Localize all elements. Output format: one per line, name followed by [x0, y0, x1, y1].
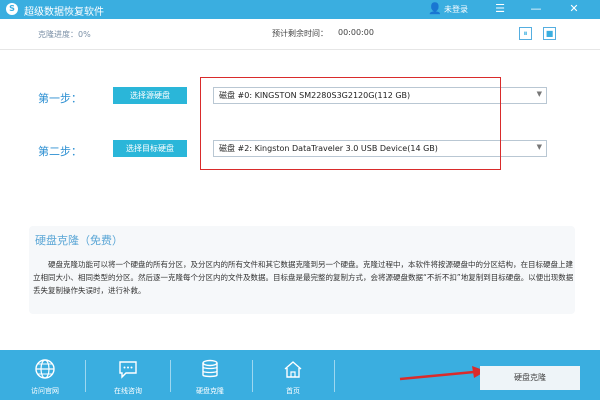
toolbar-divider — [85, 360, 86, 392]
minimize-button[interactable]: — — [528, 1, 544, 17]
app-logo-icon: S — [6, 3, 18, 15]
disk-selection-highlight — [200, 77, 501, 170]
select-source-disk-button[interactable]: 选择源硬盘 — [113, 87, 187, 104]
app-title: 超级数据恢复软件 — [24, 7, 104, 18]
toolbar-label-chat: 在线咨询 — [114, 387, 142, 395]
clone-section-title: 硬盘克隆（免费） — [35, 234, 123, 247]
select-target-disk-button[interactable]: 选择目标硬盘 — [113, 140, 187, 157]
toolbar-divider — [334, 360, 335, 392]
toolbar-item-website[interactable]: 访问官网 — [10, 350, 80, 400]
remaining-time-value: 00:00:00 — [338, 28, 374, 37]
pause-button[interactable]: ⏸ — [519, 27, 532, 40]
toolbar-divider — [252, 360, 253, 392]
menu-icon[interactable]: ☰ — [492, 1, 508, 17]
step-two-label: 第二步： — [38, 145, 82, 158]
chat-icon — [119, 361, 137, 379]
database-icon — [202, 359, 218, 378]
toolbar-divider — [170, 360, 171, 392]
toolbar-label-disk-clone: 硬盘克隆 — [196, 387, 224, 395]
step-one-label: 第一步： — [38, 92, 82, 105]
user-login-label[interactable]: 未登录 — [444, 4, 468, 15]
stop-button[interactable]: ■ — [543, 27, 556, 40]
toolbar-item-home[interactable]: 首页 — [258, 350, 328, 400]
close-button[interactable]: ✕ — [566, 1, 582, 17]
chevron-down-icon: ▼ — [536, 143, 542, 151]
progress-bar-area: 克隆进度：0% 预计剩余时间： 00:00:00 ⏸ ■ — [0, 19, 600, 50]
clone-description: 硬盘克隆功能可以将一个硬盘的所有分区，及分区内的所有文件和其它数据克隆到另一个硬… — [33, 260, 574, 295]
toolbar-label-website: 访问官网 — [31, 387, 59, 395]
toolbar-label-home: 首页 — [286, 387, 300, 395]
toolbar-item-chat[interactable]: 在线咨询 — [93, 350, 163, 400]
remaining-time-label: 预计剩余时间： — [272, 29, 328, 38]
user-icon[interactable]: 👤 — [428, 2, 442, 15]
clone-progress-label: 克隆进度：0% — [38, 30, 91, 39]
title-bar: S 超级数据恢复软件 👤 未登录 ☰ — ✕ — [0, 0, 600, 19]
toolbar-item-disk-clone[interactable]: 硬盘克隆 — [175, 350, 245, 400]
globe-icon — [35, 359, 55, 379]
chevron-down-icon: ▼ — [536, 90, 542, 98]
home-icon — [284, 361, 302, 378]
start-clone-button[interactable]: 硬盘克隆 — [480, 366, 580, 390]
